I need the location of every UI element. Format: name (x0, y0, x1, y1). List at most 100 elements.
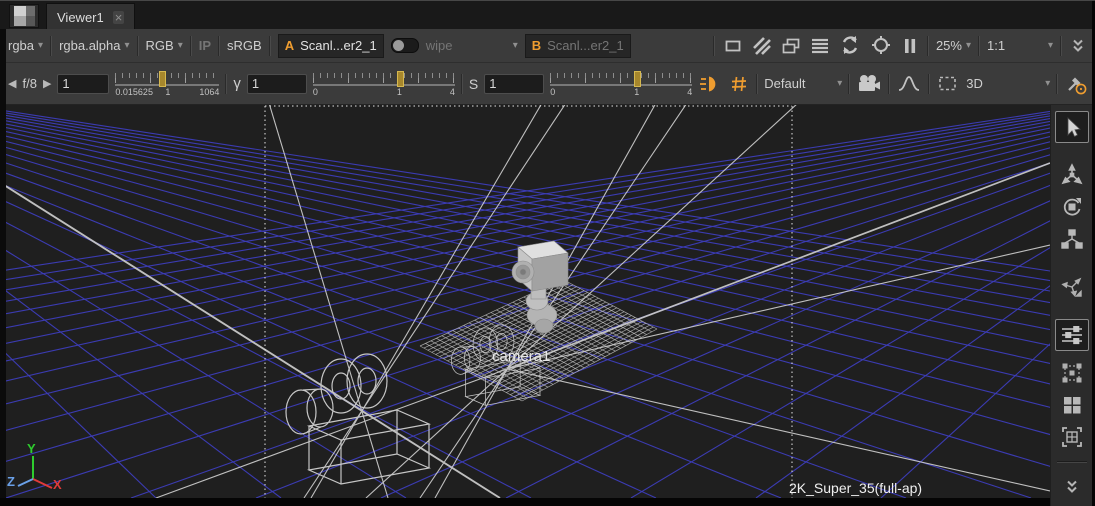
format-label: 2K_Super_35(full-ap) (789, 480, 922, 496)
grid-snap-icon[interactable] (728, 73, 750, 95)
separator (225, 74, 227, 94)
separator (461, 74, 463, 94)
dropdown-arrow-icon: ▾ (178, 40, 183, 51)
gain-slider[interactable]: 0.015625 1 1064 (115, 68, 219, 100)
input-process-button[interactable]: IP (199, 38, 211, 53)
headlight-icon[interactable] (698, 73, 722, 95)
viewer-toolbar-top: rgba ▾ rgba.alpha ▾ RGB ▾ IP sRGB A Scan… (0, 29, 1095, 63)
translate-tool-icon[interactable] (1055, 159, 1089, 191)
fstop-label[interactable]: f/8 (22, 76, 36, 91)
separator (756, 74, 758, 94)
frame-view-icon[interactable] (1055, 421, 1089, 453)
separator (928, 74, 930, 94)
axis-y-label: Y (27, 441, 36, 456)
free-transform-icon[interactable] (1055, 271, 1089, 303)
separator (1056, 74, 1058, 94)
b-input-field[interactable]: B Scanl...er2_1 (525, 34, 631, 58)
display-channels-dropdown[interactable]: RGB ▾ (146, 38, 183, 53)
separator (50, 36, 52, 56)
viewer-toolbar-bottom: ◀ f/8 ▶ 0.015625 1 1064 γ 0 1 4 S 0 1 (0, 63, 1095, 105)
next-arrow-icon[interactable]: ▶ (43, 77, 51, 90)
a-input-field[interactable]: A Scanl...er2_1 (278, 34, 384, 58)
scene-graph-icon[interactable] (1055, 223, 1089, 255)
zoom-level-dropdown[interactable]: 25% ▾ (936, 38, 971, 53)
gamma-slider[interactable]: 0 1 4 (313, 68, 455, 100)
pause-icon[interactable] (900, 36, 920, 56)
saturation-slider[interactable]: 0 1 4 (550, 68, 692, 100)
saturation-input[interactable] (484, 74, 544, 94)
alpha-layer-dropdown[interactable]: rgba.alpha ▾ (59, 38, 129, 53)
collapse-chevrons-icon[interactable] (1055, 471, 1089, 503)
sliders-icon[interactable] (1055, 319, 1089, 351)
quad-view-icon[interactable] (1055, 389, 1089, 421)
close-icon[interactable]: × (113, 11, 125, 24)
viewer-side-toolbar (1050, 105, 1092, 506)
dropdown-arrow-icon: ▾ (837, 78, 842, 89)
saturation-symbol: S (469, 76, 478, 92)
collapse-chevrons-icon[interactable] (1069, 37, 1087, 55)
rect-overlay-icon[interactable] (722, 35, 744, 57)
stereo-view-dropdown[interactable]: Default ▾ (764, 76, 842, 91)
separator (713, 36, 715, 56)
marquee-icon[interactable] (936, 73, 960, 95)
window-edge (0, 29, 6, 506)
camera-label: camera1 (492, 348, 550, 365)
separator (137, 36, 139, 56)
slider-handle[interactable] (397, 71, 404, 87)
overlapping-windows-icon[interactable] (780, 35, 802, 57)
scanlines-icon[interactable] (809, 35, 831, 57)
slider-ruler (115, 73, 219, 86)
view-dimension-dropdown[interactable]: 3D ▾ (966, 76, 1050, 91)
separator (218, 36, 220, 56)
tab-bar: Viewer1 × (0, 1, 1095, 29)
tab-viewer1[interactable]: Viewer1 × (46, 3, 135, 30)
proxy-dropdown[interactable]: 1:1 ▾ (987, 38, 1053, 53)
gamma-input[interactable] (247, 74, 307, 94)
separator (269, 36, 271, 56)
separator (848, 74, 850, 94)
window-edge (0, 498, 1050, 506)
toggle-knob-icon (393, 40, 404, 51)
slider-handle[interactable] (159, 71, 166, 87)
tab-title: Viewer1 (57, 10, 104, 25)
crosshair-icon[interactable] (869, 34, 893, 58)
solid-camera-model[interactable] (512, 241, 568, 333)
prev-arrow-icon[interactable]: ◀ (8, 77, 16, 90)
dropdown-arrow-icon: ▾ (966, 40, 971, 51)
b-buffer-label: B (532, 38, 541, 53)
separator (888, 74, 890, 94)
slider-ruler (313, 73, 455, 86)
curve-icon[interactable] (896, 73, 922, 95)
axis-x-label: X (53, 477, 62, 492)
separator (1060, 36, 1062, 56)
wipe-dropdown[interactable]: wipe ▾ (426, 38, 518, 53)
transform-handles-icon[interactable] (1055, 357, 1089, 389)
stripes-icon[interactable] (751, 35, 773, 57)
axis-z-label: Z (7, 474, 15, 489)
axis-widget: Y X Z (7, 441, 62, 492)
dropdown-arrow-icon: ▾ (513, 40, 518, 51)
separator (927, 36, 929, 56)
dropdown-arrow-icon: ▾ (1045, 78, 1050, 89)
camera-icon[interactable] (856, 72, 882, 96)
eyedropper-icon[interactable] (1064, 72, 1090, 96)
refresh-icon[interactable] (838, 34, 862, 58)
colorspace-button[interactable]: sRGB (227, 38, 262, 53)
layer-dropdown[interactable]: rgba ▾ (8, 38, 43, 53)
gamma-symbol: γ (233, 75, 241, 92)
gain-input[interactable] (57, 74, 109, 94)
divider (1057, 461, 1087, 463)
viewport-3d[interactable]: 01 (6, 105, 1050, 498)
dropdown-arrow-icon: ▾ (125, 40, 130, 51)
cursor-tool-icon[interactable] (1055, 111, 1089, 143)
separator (190, 36, 192, 56)
rotate-tool-icon[interactable] (1055, 191, 1089, 223)
slider-handle[interactable] (634, 71, 641, 87)
a-buffer-label: A (285, 38, 294, 53)
slider-ruler (550, 73, 692, 86)
pane-layout-icon[interactable] (9, 4, 39, 28)
dropdown-arrow-icon: ▾ (1048, 40, 1053, 51)
wipe-toggle[interactable] (391, 38, 419, 53)
separator (978, 36, 980, 56)
viewer-window: Viewer1 × rgba ▾ rgba.alpha ▾ RGB ▾ IP s… (0, 0, 1095, 506)
